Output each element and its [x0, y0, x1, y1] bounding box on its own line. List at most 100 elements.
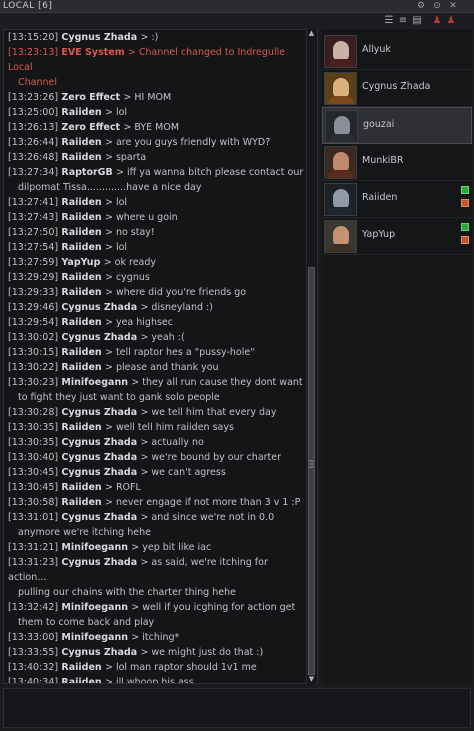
message-text: > please and thank you — [104, 362, 219, 373]
member-item[interactable]: Raiiden — [322, 181, 472, 218]
details-view-icon[interactable]: ▤ — [412, 15, 422, 27]
message-author[interactable]: Cygnus Zhada — [58, 647, 140, 658]
message-author[interactable]: Cygnus Zhada — [58, 467, 140, 478]
message-author[interactable]: Cygnus Zhada — [58, 332, 140, 343]
message-author[interactable]: Raiiden — [58, 197, 105, 208]
chat-message: [13:30:35] Raiiden > well tell him raiid… — [8, 420, 306, 435]
chat-message: [13:25:00] Raiiden > lol — [8, 105, 306, 120]
chat-message: [13:26:13] Zero Effect > BYE MOM — [8, 120, 306, 135]
message-text: > never engage if not more than 3 v 1 :P — [104, 497, 301, 508]
gear-icon[interactable]: ⚙ — [415, 0, 427, 12]
message-author[interactable]: EVE System — [58, 47, 128, 58]
message-author[interactable]: Raiiden — [58, 212, 105, 223]
alert-icon[interactable]: ♟ — [446, 15, 456, 27]
chat-message: [13:29:33] Raiiden > where did you're fr… — [8, 285, 306, 300]
close-icon[interactable]: ✕ — [447, 0, 459, 12]
message-author[interactable]: Cygnus Zhada — [58, 437, 140, 448]
message-author[interactable]: Raiiden — [58, 137, 105, 148]
message-timestamp: [13:31:01] — [8, 512, 59, 523]
message-author[interactable]: Raiiden — [58, 347, 105, 358]
scroll-down-arrow-icon[interactable]: ▼ — [307, 675, 316, 684]
minimize-icon[interactable]: ⊙ — [431, 0, 443, 12]
message-text-continuation: to fight they just want to gank solo peo… — [18, 392, 220, 403]
message-author[interactable]: Minifoegann — [58, 542, 131, 553]
message-author[interactable]: Zero Effect — [58, 92, 123, 103]
compact-view-icon[interactable]: ≡ — [398, 15, 408, 27]
message-text: > lol man raptor should 1v1 me — [104, 662, 257, 673]
message-author[interactable]: Raiiden — [58, 287, 105, 298]
message-author[interactable]: Raiiden — [58, 152, 105, 163]
message-author[interactable]: Cygnus Zhada — [58, 557, 140, 568]
chat-scrollbar[interactable]: ▲ ═ ═ ═ ▼ — [306, 29, 316, 684]
message-text: > well if you icghing for action get — [131, 602, 296, 613]
message-author[interactable]: RaptorGB — [58, 167, 116, 178]
window-title: LOCAL [6] — [3, 1, 53, 11]
message-timestamp: [13:27:43] — [8, 212, 59, 223]
message-author[interactable]: Raiiden — [58, 242, 105, 253]
scroll-up-arrow-icon[interactable]: ▲ — [307, 29, 316, 38]
member-list-icon[interactable]: ♟ — [432, 15, 442, 27]
message-author[interactable]: Raiiden — [58, 317, 105, 328]
avatar[interactable] — [324, 220, 357, 253]
member-name[interactable]: Raiiden — [362, 192, 397, 203]
message-author[interactable]: Cygnus Zhada — [58, 452, 140, 463]
message-author[interactable]: Minifoegann — [58, 377, 131, 388]
avatar[interactable] — [324, 146, 357, 179]
window-titlebar[interactable]: LOCAL [6] ⚙ ⊙ ✕ — [0, 0, 474, 13]
avatar[interactable] — [324, 183, 357, 216]
member-item[interactable]: Allyuk — [322, 33, 472, 70]
message-author[interactable]: Raiiden — [58, 497, 105, 508]
message-timestamp: [13:29:46] — [8, 302, 59, 313]
message-author[interactable]: Raiiden — [58, 677, 105, 683]
message-author[interactable]: Raiiden — [58, 227, 105, 238]
avatar[interactable] — [325, 110, 358, 143]
message-author[interactable]: Raiiden — [58, 482, 105, 493]
message-timestamp: [13:27:41] — [8, 197, 59, 208]
member-name[interactable]: MunkiBR — [362, 155, 404, 166]
message-timestamp: [13:30:35] — [8, 422, 59, 433]
message-text: > cygnus — [104, 272, 150, 283]
member-item[interactable]: Cygnus Zhada — [322, 70, 472, 107]
message-text-continuation: dilpomat Tissa.............have a nice d… — [18, 182, 202, 193]
message-author[interactable]: Raiiden — [58, 272, 105, 283]
chat-message: [13:27:34] RaptorGB > iff ya wanna bitch… — [8, 165, 306, 180]
member-item[interactable]: MunkiBR — [322, 144, 472, 181]
standing-orange-icon — [461, 199, 469, 207]
member-name[interactable]: YapYup — [362, 229, 395, 240]
message-timestamp: [13:30:58] — [8, 497, 59, 508]
message-text-continuation: anymore we're itching hehe — [18, 527, 151, 538]
message-timestamp: [13:26:48] — [8, 152, 59, 163]
chat-log: [13:15:20] Cygnus Zhada > :) [13:23:13] E… — [3, 29, 318, 684]
message-author[interactable]: Raiiden — [58, 422, 105, 433]
message-author[interactable]: Cygnus Zhada — [58, 32, 140, 43]
message-text: > yea highsec — [104, 317, 173, 328]
message-timestamp: [13:33:55] — [8, 647, 59, 658]
message-text: > where u goin — [104, 212, 178, 223]
chat-message: [13:15:20] Cygnus Zhada > :) — [8, 30, 306, 45]
message-timestamp: [13:30:02] — [8, 332, 59, 343]
member-item[interactable]: YapYup — [322, 218, 472, 255]
avatar[interactable] — [324, 72, 357, 105]
member-name[interactable]: gouzai — [363, 119, 394, 130]
chat-input[interactable] — [3, 688, 471, 728]
message-author[interactable]: Cygnus Zhada — [58, 407, 140, 418]
avatar[interactable] — [324, 35, 357, 68]
chat-message: [13:30:45] Raiiden > ROFL — [8, 480, 306, 495]
message-author[interactable]: Raiiden — [58, 107, 105, 118]
message-author[interactable]: Cygnus Zhada — [58, 302, 140, 313]
chat-message: [13:29:46] Cygnus Zhada > disneyland :) — [8, 300, 306, 315]
message-author[interactable]: Cygnus Zhada — [58, 512, 140, 523]
message-text: > yeah :( — [140, 332, 185, 343]
message-author[interactable]: Raiiden — [58, 362, 105, 373]
message-author[interactable]: Raiiden — [58, 662, 105, 673]
message-author[interactable]: Minifoegann — [58, 632, 131, 643]
member-item[interactable]: gouzai — [322, 107, 472, 144]
list-view-icon[interactable]: ☰ — [384, 15, 394, 27]
message-timestamp: [13:30:45] — [8, 482, 59, 493]
member-name[interactable]: Allyuk — [362, 44, 391, 55]
message-author[interactable]: YapYup — [58, 257, 104, 268]
scrollbar-thumb[interactable]: ═ ═ ═ — [308, 267, 315, 675]
member-name[interactable]: Cygnus Zhada — [362, 81, 431, 92]
message-author[interactable]: Zero Effect — [58, 122, 123, 133]
message-author[interactable]: Minifoegann — [58, 602, 131, 613]
